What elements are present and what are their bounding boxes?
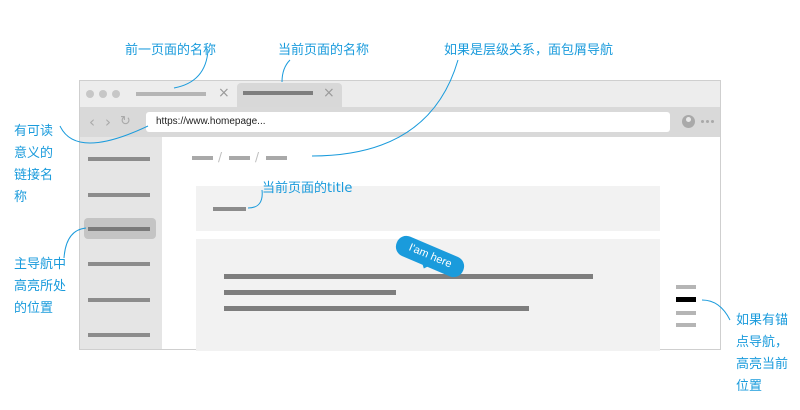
page-title-placeholder	[213, 207, 246, 211]
annotation-page-title: 当前页面的title	[262, 181, 353, 196]
url-bar[interactable]: https://www.homepage...	[146, 112, 670, 132]
sidebar-item-6[interactable]	[88, 333, 150, 337]
tab-previous-close-icon[interactable]: ×	[218, 85, 230, 101]
tab-previous-title-placeholder	[136, 92, 206, 96]
user-icon[interactable]	[682, 115, 695, 128]
callout-line-current-tab	[281, 59, 291, 83]
sidebar-item-4[interactable]	[88, 262, 150, 266]
tab-current-title-placeholder	[243, 91, 313, 95]
window-dot-maximize[interactable]	[112, 90, 120, 98]
annotation-prev-tab: 前一页面的名称	[125, 43, 217, 58]
anchor-item-3[interactable]	[676, 311, 696, 315]
window-dot-close[interactable]	[86, 90, 94, 98]
sidebar	[80, 137, 162, 349]
annotation-breadcrumb: 如果是层级关系，面包屑导航	[444, 43, 614, 58]
breadcrumb-item-2[interactable]	[229, 156, 250, 160]
sidebar-item-1[interactable]	[88, 157, 150, 161]
back-icon[interactable]: ‹	[89, 114, 95, 130]
sidebar-item-3-active	[88, 227, 150, 231]
tab-previous[interactable]: ×	[126, 81, 236, 107]
annotation-anchor-nav: 如果有锚 点导航， 高亮当前 位置	[736, 313, 789, 394]
browser-window: × × ‹ › ↻ https://www.homepage... / /	[79, 80, 721, 351]
tab-current[interactable]: ×	[237, 83, 342, 107]
window-dot-minimize[interactable]	[99, 90, 107, 98]
sidebar-item-5[interactable]	[88, 298, 150, 302]
content-line-2	[224, 290, 396, 295]
annotation-main-nav: 主导航中 高亮所处 的位置	[14, 257, 67, 316]
anchor-item-4[interactable]	[676, 323, 696, 327]
breadcrumb-item-1[interactable]	[192, 156, 213, 160]
breadcrumb-separator-2: /	[255, 150, 260, 164]
anchor-item-2-active[interactable]	[676, 297, 696, 302]
breadcrumb-separator-1: /	[218, 150, 223, 164]
more-icon[interactable]	[701, 120, 717, 124]
annotation-current-tab: 当前页面的名称	[278, 43, 370, 58]
sidebar-item-2[interactable]	[88, 193, 150, 197]
content-line-1	[224, 274, 593, 279]
content-line-3	[224, 306, 529, 311]
forward-icon[interactable]: ›	[105, 114, 111, 130]
refresh-icon[interactable]: ↻	[120, 114, 131, 130]
breadcrumb-item-3-current	[266, 156, 287, 160]
url-text: https://www.homepage...	[156, 116, 266, 127]
tab-current-close-icon[interactable]: ×	[323, 85, 335, 101]
annotation-url: 有可读 意义的 链接名 称	[14, 124, 54, 205]
anchor-item-1[interactable]	[676, 285, 696, 289]
